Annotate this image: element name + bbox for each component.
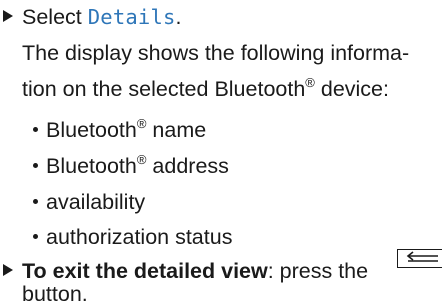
back-button-icon	[397, 249, 442, 268]
step-arrow-icon	[3, 264, 13, 276]
bullet-icon	[33, 198, 38, 204]
bullet-icon	[33, 233, 38, 239]
list-item: availability	[33, 190, 145, 214]
list-item: Bluetooth® name	[33, 117, 206, 142]
back-arrow-icon	[406, 251, 438, 262]
step-arrow-icon	[3, 10, 13, 22]
details-menu-item: Details	[87, 5, 176, 29]
step-select: Select Details.	[22, 5, 182, 29]
instruction-page: { "steps": { "select": { "prefix": "Sele…	[0, 0, 442, 306]
step-exit: To exit the detailed view: press the	[22, 259, 369, 283]
list-item: Bluetooth® address	[33, 153, 229, 178]
description-line-1: The display shows the following informa-	[22, 41, 410, 65]
bullet-icon	[33, 126, 38, 132]
list-item: authorization status	[33, 225, 232, 249]
description-line-2: tion on the selected Bluetooth® device:	[22, 75, 389, 101]
bullet-icon	[33, 162, 38, 168]
step-exit-line-2: button.	[22, 282, 88, 306]
